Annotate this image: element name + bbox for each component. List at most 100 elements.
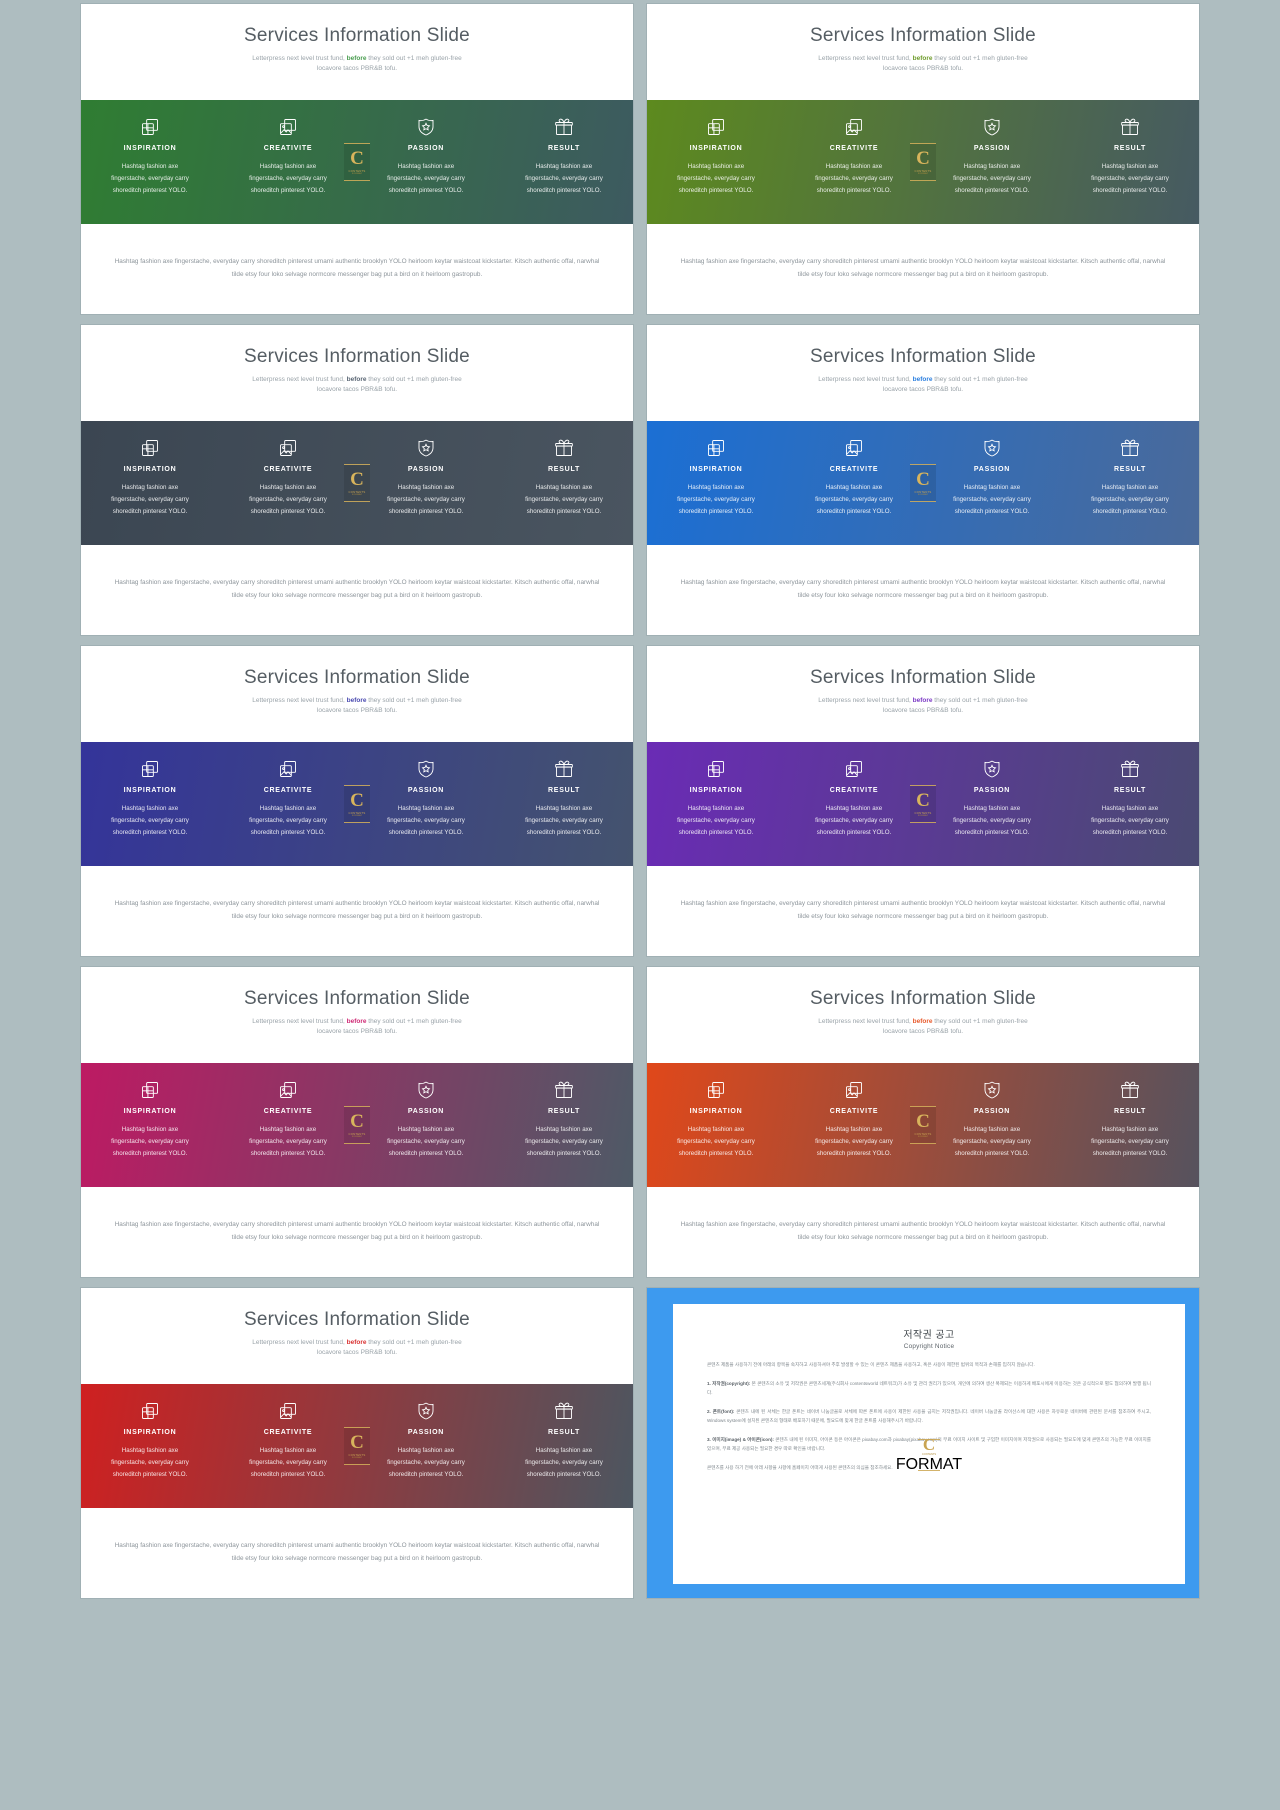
- feature-column-passion[interactable]: PASSION Hashtag fashion axe fingerstache…: [923, 421, 1061, 545]
- feature-column-passion[interactable]: PASSION Hashtag fashion axe fingerstache…: [923, 1063, 1061, 1187]
- shield-star-icon: [982, 1080, 1002, 1100]
- feature-column-passion[interactable]: PASSION Hashtag fashion axe fingerstache…: [923, 742, 1061, 866]
- feature-body: Hashtag fashion axe fingerstache, everyd…: [249, 1126, 327, 1158]
- feature-band: INSPIRATION Hashtag fashion axe fingerst…: [647, 742, 1199, 866]
- feature-band: INSPIRATION Hashtag fashion axe fingerst…: [81, 100, 633, 224]
- slide-thumbnail-green[interactable]: Services Information Slide Letterpress n…: [81, 4, 633, 314]
- feature-body: Hashtag fashion axe fingerstache, everyd…: [387, 484, 465, 516]
- watermark-letter: C: [916, 790, 930, 811]
- feature-body: Hashtag fashion axe fingerstache, everyd…: [815, 805, 893, 837]
- feature-title: PASSION: [407, 466, 445, 473]
- feature-body: Hashtag fashion axe fingerstache, everyd…: [815, 1126, 893, 1158]
- feature-column-inspiration[interactable]: INSPIRATION Hashtag fashion axe fingerst…: [647, 100, 785, 224]
- slide-subtitle: Letterpress next level trust fund, befor…: [252, 375, 462, 393]
- feature-column-passion[interactable]: PASSION Hashtag fashion axe fingerstache…: [357, 1384, 495, 1508]
- feature-body: Hashtag fashion axe fingerstache, everyd…: [111, 1126, 189, 1158]
- subtitle-highlight: before: [912, 54, 933, 62]
- feature-column-creativite[interactable]: CREATIVITE Hashtag fashion axe fingersta…: [785, 1063, 923, 1187]
- slide-footer: Hashtag fashion axe fingerstache, everyd…: [81, 224, 633, 314]
- copyright-sheet: 저작권 공고 Copyright Notice 콘텐츠 제품을 사용하기 전에 …: [673, 1304, 1185, 1584]
- stacked-windows-icon: [140, 438, 160, 458]
- slide-thumbnail-red[interactable]: Services Information Slide Letterpress n…: [81, 1288, 633, 1598]
- feature-body: Hashtag fashion axe fingerstache, everyd…: [525, 1447, 603, 1479]
- feature-band: INSPIRATION Hashtag fashion axe fingerst…: [81, 421, 633, 545]
- feature-column-inspiration[interactable]: INSPIRATION Hashtag fashion axe fingerst…: [81, 100, 219, 224]
- feature-body: Hashtag fashion axe fingerstache, everyd…: [1091, 163, 1169, 195]
- slide-thumbnail-olive[interactable]: Services Information Slide Letterpress n…: [647, 4, 1199, 314]
- gift-box-icon: [1120, 117, 1140, 137]
- slide-thumbnail-blue[interactable]: Services Information Slide Letterpress n…: [647, 325, 1199, 635]
- feature-column-creativite[interactable]: CREATIVITE Hashtag fashion axe fingersta…: [785, 742, 923, 866]
- feature-column-result[interactable]: RESULT Hashtag fashion axe fingerstache,…: [495, 1384, 633, 1508]
- feature-column-result[interactable]: RESULT Hashtag fashion axe fingerstache,…: [495, 421, 633, 545]
- contents-format-watermark-logo: C CONTENTS FORMAT: [344, 785, 370, 823]
- feature-column-inspiration[interactable]: INSPIRATION Hashtag fashion axe fingerst…: [81, 1384, 219, 1508]
- feature-column-inspiration[interactable]: INSPIRATION Hashtag fashion axe fingerst…: [81, 421, 219, 545]
- feature-column-creativite[interactable]: CREATIVITE Hashtag fashion axe fingersta…: [785, 421, 923, 545]
- stacked-windows-icon: [706, 1080, 726, 1100]
- footer-text: Hashtag fashion axe fingerstache, everyd…: [680, 579, 1166, 599]
- feature-column-result[interactable]: RESULT Hashtag fashion axe fingerstache,…: [495, 1063, 633, 1187]
- feature-column-passion[interactable]: PASSION Hashtag fashion axe fingerstache…: [357, 742, 495, 866]
- feature-column-result[interactable]: RESULT Hashtag fashion axe fingerstache,…: [1061, 1063, 1199, 1187]
- slide-thumbnail-magenta[interactable]: Services Information Slide Letterpress n…: [81, 967, 633, 1277]
- feature-body: Hashtag fashion axe fingerstache, everyd…: [525, 1126, 603, 1158]
- watermark-line2: FORMAT: [351, 173, 363, 175]
- feature-column-creativite[interactable]: CREATIVITE Hashtag fashion axe fingersta…: [219, 100, 357, 224]
- watermark-line2: FORMAT: [351, 1457, 363, 1459]
- footer-text: Hashtag fashion axe fingerstache, everyd…: [114, 1221, 600, 1241]
- slide-thumbnail-purple[interactable]: Services Information Slide Letterpress n…: [647, 646, 1199, 956]
- feature-column-creativite[interactable]: CREATIVITE Hashtag fashion axe fingersta…: [219, 421, 357, 545]
- feature-column-result[interactable]: RESULT Hashtag fashion axe fingerstache,…: [1061, 421, 1199, 545]
- stacked-photos-icon: [278, 1401, 298, 1421]
- feature-column-result[interactable]: RESULT Hashtag fashion axe fingerstache,…: [495, 100, 633, 224]
- feature-column-inspiration[interactable]: INSPIRATION Hashtag fashion axe fingerst…: [81, 742, 219, 866]
- feature-body: Hashtag fashion axe fingerstache, everyd…: [249, 163, 327, 195]
- slide-subtitle: Letterpress next level trust fund, befor…: [252, 1338, 462, 1356]
- feature-body: Hashtag fashion axe fingerstache, everyd…: [249, 484, 327, 516]
- feature-column-inspiration[interactable]: INSPIRATION Hashtag fashion axe fingerst…: [647, 742, 785, 866]
- feature-column-passion[interactable]: PASSION Hashtag fashion axe fingerstache…: [923, 100, 1061, 224]
- feature-title: PASSION: [407, 1108, 445, 1115]
- page-title: Services Information Slide: [810, 667, 1036, 688]
- feature-title: RESULT: [548, 787, 580, 794]
- slide-header: Services Information Slide Letterpress n…: [647, 325, 1199, 421]
- slide-footer: Hashtag fashion axe fingerstache, everyd…: [81, 1508, 633, 1598]
- slide-footer: Hashtag fashion axe fingerstache, everyd…: [647, 866, 1199, 956]
- feature-body: Hashtag fashion axe fingerstache, everyd…: [953, 805, 1031, 837]
- slide-thumbnail-slate[interactable]: Services Information Slide Letterpress n…: [81, 325, 633, 635]
- stacked-windows-icon: [706, 438, 726, 458]
- feature-body: Hashtag fashion axe fingerstache, everyd…: [677, 805, 755, 837]
- watermark-letter: C: [350, 148, 364, 169]
- feature-column-result[interactable]: RESULT Hashtag fashion axe fingerstache,…: [1061, 100, 1199, 224]
- feature-column-passion[interactable]: PASSION Hashtag fashion axe fingerstache…: [357, 421, 495, 545]
- slide-header: Services Information Slide Letterpress n…: [647, 967, 1199, 1063]
- feature-body: Hashtag fashion axe fingerstache, everyd…: [1091, 1126, 1169, 1158]
- feature-column-result[interactable]: RESULT Hashtag fashion axe fingerstache,…: [495, 742, 633, 866]
- feature-band: INSPIRATION Hashtag fashion axe fingerst…: [81, 1063, 633, 1187]
- watermark-letter: C: [916, 148, 930, 169]
- feature-body: Hashtag fashion axe fingerstache, everyd…: [677, 163, 755, 195]
- feature-column-passion[interactable]: PASSION Hashtag fashion axe fingerstache…: [357, 1063, 495, 1187]
- feature-column-creativite[interactable]: CREATIVITE Hashtag fashion axe fingersta…: [785, 100, 923, 224]
- contents-format-watermark-logo: C CONTENTS FORMAT: [910, 1106, 936, 1144]
- feature-column-inspiration[interactable]: INSPIRATION Hashtag fashion axe fingerst…: [647, 421, 785, 545]
- feature-column-result[interactable]: RESULT Hashtag fashion axe fingerstache,…: [1061, 742, 1199, 866]
- feature-column-creativite[interactable]: CREATIVITE Hashtag fashion axe fingersta…: [219, 1384, 357, 1508]
- feature-column-creativite[interactable]: CREATIVITE Hashtag fashion axe fingersta…: [219, 1063, 357, 1187]
- watermark-letter: C: [922, 1435, 936, 1455]
- feature-column-inspiration[interactable]: INSPIRATION Hashtag fashion axe fingerst…: [81, 1063, 219, 1187]
- feature-column-creativite[interactable]: CREATIVITE Hashtag fashion axe fingersta…: [219, 742, 357, 866]
- feature-column-inspiration[interactable]: INSPIRATION Hashtag fashion axe fingerst…: [647, 1063, 785, 1187]
- feature-column-passion[interactable]: PASSION Hashtag fashion axe fingerstache…: [357, 100, 495, 224]
- feature-body: Hashtag fashion axe fingerstache, everyd…: [387, 1126, 465, 1158]
- slide-header: Services Information Slide Letterpress n…: [647, 646, 1199, 742]
- gift-box-icon: [554, 117, 574, 137]
- feature-title: RESULT: [1114, 466, 1146, 473]
- watermark-letter: C: [350, 1432, 364, 1453]
- shield-star-icon: [416, 1080, 436, 1100]
- subtitle-highlight: before: [912, 1017, 933, 1025]
- slide-thumbnail-orange-red[interactable]: Services Information Slide Letterpress n…: [647, 967, 1199, 1277]
- watermark-line2: FORMAT: [917, 1136, 929, 1138]
- slide-thumbnail-indigo[interactable]: Services Information Slide Letterpress n…: [81, 646, 633, 956]
